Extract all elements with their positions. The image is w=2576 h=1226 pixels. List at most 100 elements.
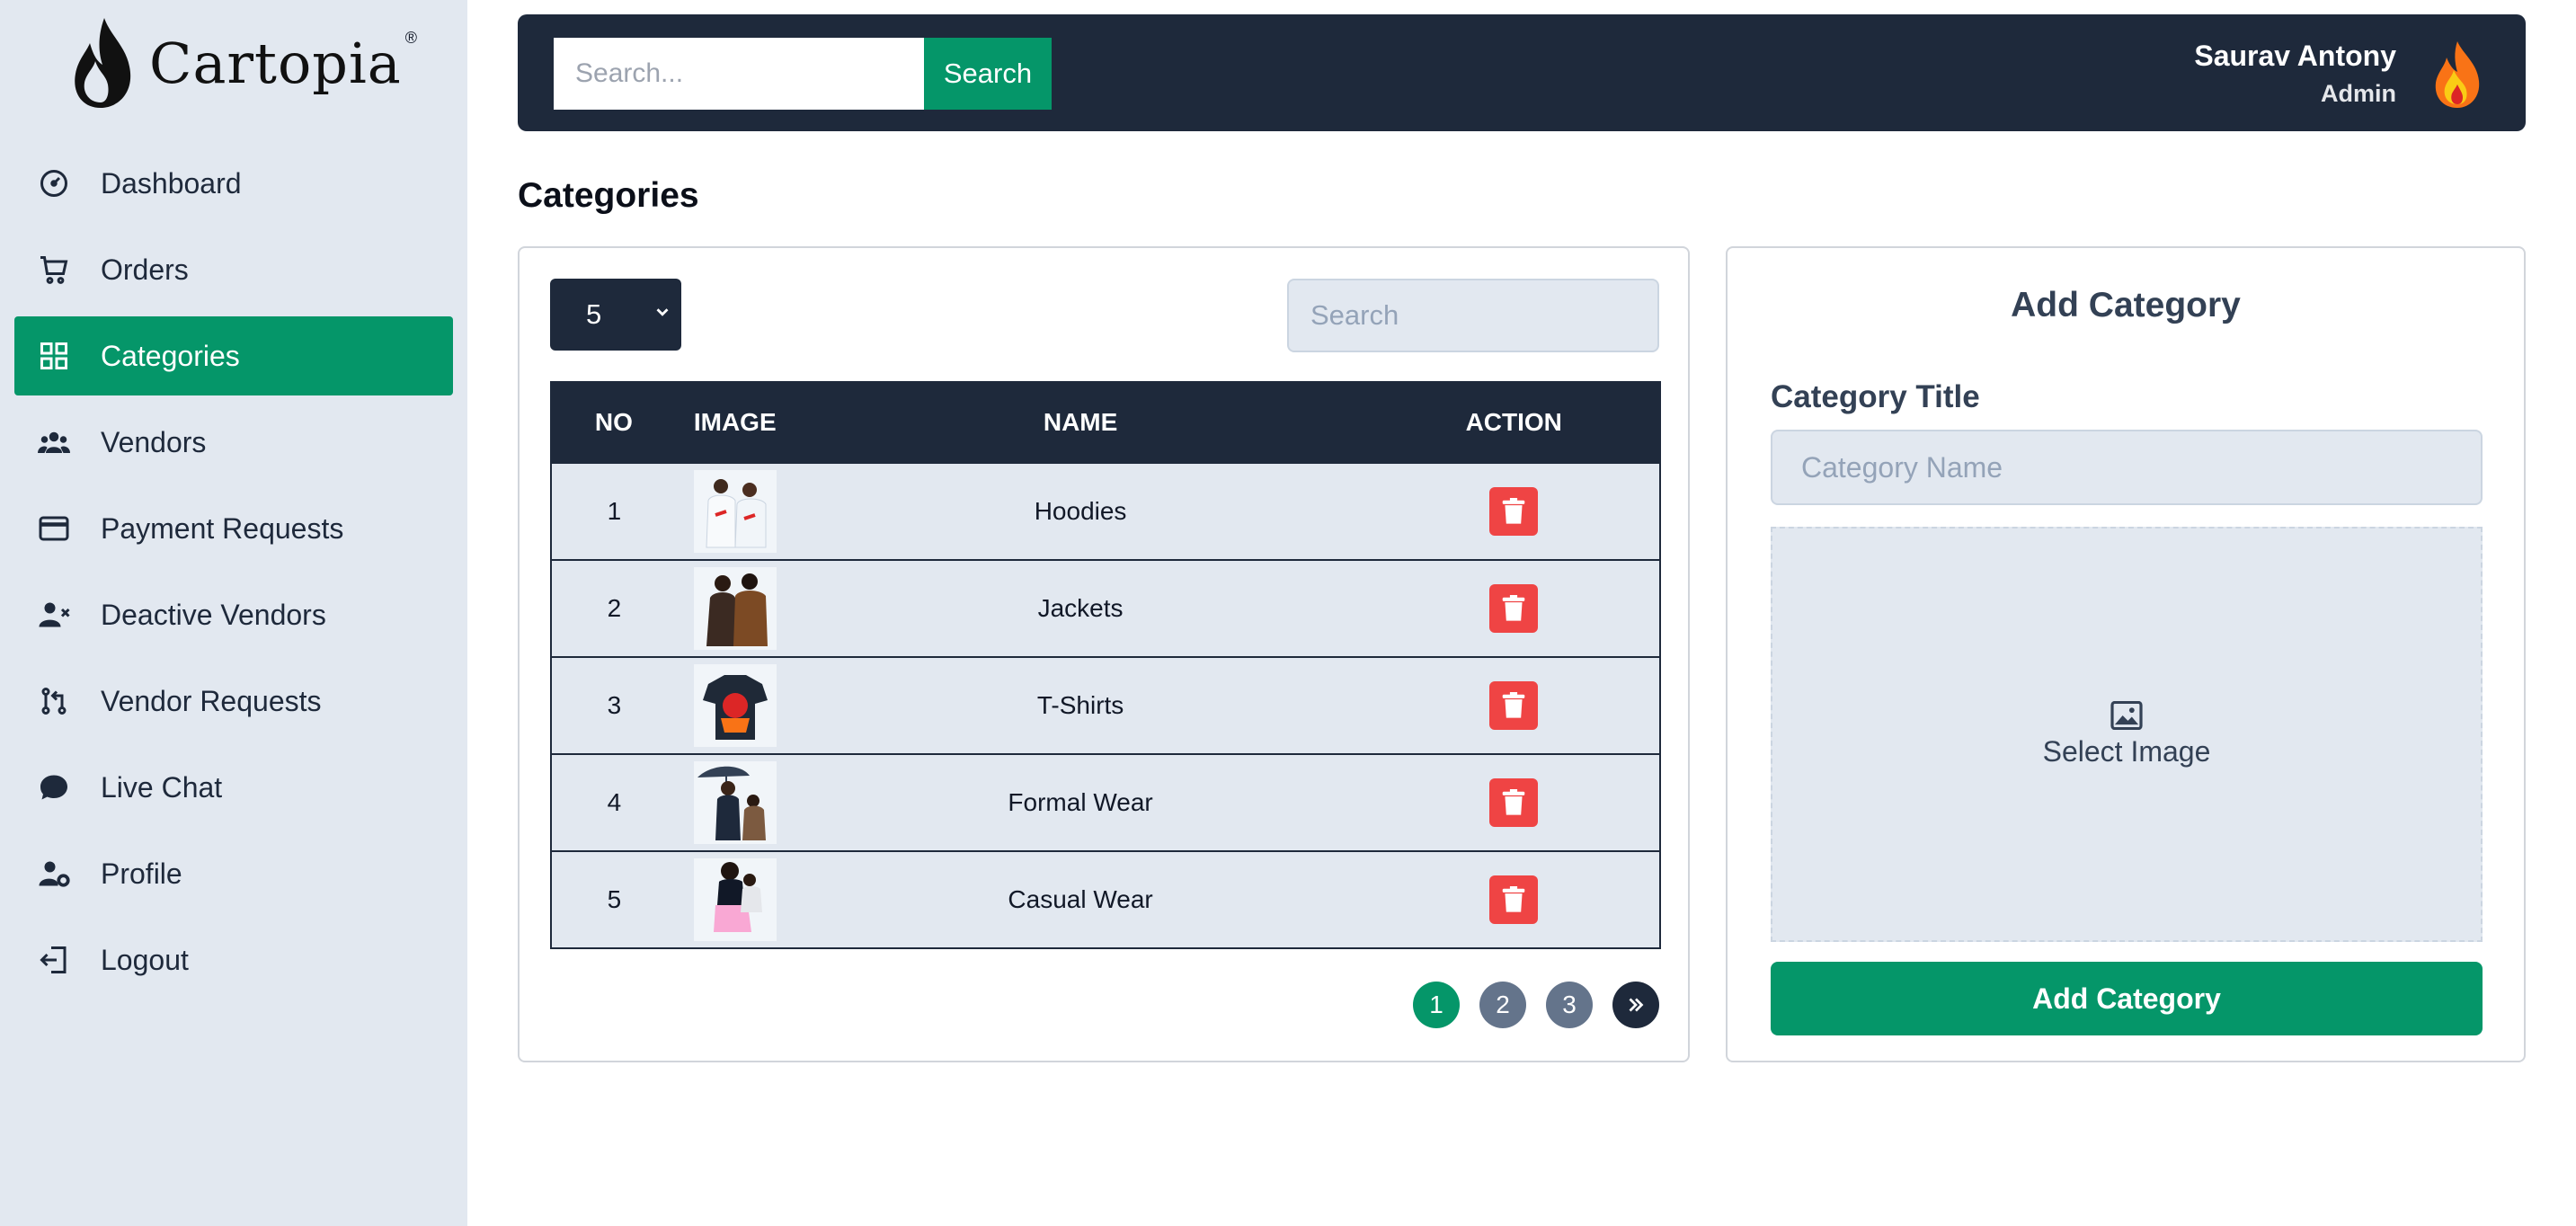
brand-name: Cartopia xyxy=(149,30,402,96)
sidebar-item-live-chat[interactable]: Live Chat xyxy=(14,748,453,827)
sidebar-item-dashboard[interactable]: Dashboard xyxy=(14,144,453,223)
entries-per-page-select[interactable]: 5 xyxy=(550,279,681,351)
row-action-cell xyxy=(1367,753,1661,852)
page-button-2[interactable]: 2 xyxy=(1479,982,1526,1028)
sidebar-item-label: Deactive Vendors xyxy=(101,598,326,631)
row-image-cell xyxy=(676,850,794,949)
users-icon xyxy=(36,424,72,460)
select-image-label: Select Image xyxy=(2042,734,2211,768)
user-x-icon xyxy=(36,597,72,633)
trash-icon xyxy=(1502,498,1525,524)
row-name: Casual Wear xyxy=(793,850,1368,949)
sidebar-item-label: Vendor Requests xyxy=(101,684,322,717)
sidebar-item-label: Vendors xyxy=(101,425,207,458)
row-action-cell xyxy=(1367,850,1661,949)
row-number: 2 xyxy=(550,559,677,658)
delete-button[interactable] xyxy=(1488,487,1538,536)
column-header-name: NAME xyxy=(792,381,1369,464)
page-button-3[interactable]: 3 xyxy=(1546,982,1593,1028)
next-page-button[interactable] xyxy=(1612,982,1659,1028)
table-row: 1 Hoodies xyxy=(550,462,1661,561)
sidebar-item-label: Logout xyxy=(101,943,189,976)
global-search-button[interactable]: Search xyxy=(924,38,1052,110)
image-icon xyxy=(2110,700,2143,730)
row-number: 5 xyxy=(550,850,677,949)
grid-icon xyxy=(36,338,72,374)
category-name-input[interactable] xyxy=(1771,430,2483,505)
categories-table: NO IMAGE NAME ACTION 1 Hoodies 2 Jackets… xyxy=(550,381,1661,949)
column-header-action: ACTION xyxy=(1366,381,1661,464)
sidebar-item-orders[interactable]: Orders xyxy=(14,230,453,309)
sidebar-item-profile[interactable]: Profile xyxy=(14,834,453,913)
row-number: 3 xyxy=(550,656,677,755)
chevrons-right-icon xyxy=(1629,998,1644,1012)
column-header-image: IMAGE xyxy=(675,381,795,464)
formal-wear-thumbnail xyxy=(693,761,777,844)
row-image-cell xyxy=(676,462,794,561)
row-action-cell xyxy=(1367,462,1661,561)
trash-icon xyxy=(1502,886,1525,912)
avatar-flame-icon[interactable] xyxy=(2430,38,2484,110)
table-row: 4 Formal Wear xyxy=(550,753,1661,852)
add-category-card: Add Category Category Title Select Image… xyxy=(1726,246,2526,1062)
sidebar-item-label: Categories xyxy=(101,339,240,372)
sidebar-item-label: Payment Requests xyxy=(101,511,344,545)
sidebar-item-vendors[interactable]: Vendors xyxy=(14,403,453,482)
sidebar-item-label: Dashboard xyxy=(101,166,242,200)
table-header-row: NO IMAGE NAME ACTION xyxy=(550,381,1661,464)
global-search-input[interactable] xyxy=(554,38,924,110)
trash-icon xyxy=(1502,595,1525,621)
table-row: 2 Jackets xyxy=(550,559,1661,658)
row-image-cell xyxy=(676,753,794,852)
delete-button[interactable] xyxy=(1488,778,1538,827)
delete-button[interactable] xyxy=(1488,584,1538,633)
sidebar: Cartopia ® Dashboard Orders Categories V… xyxy=(0,0,467,1226)
row-name: Formal Wear xyxy=(793,753,1368,852)
user-gear-icon xyxy=(36,856,72,892)
user-role: Admin xyxy=(2321,80,2396,107)
row-name: Hoodies xyxy=(793,462,1368,561)
hoodies-thumbnail xyxy=(693,470,777,553)
shopping-cart-icon xyxy=(36,252,72,288)
jackets-thumbnail xyxy=(693,567,777,650)
tshirts-thumbnail xyxy=(693,664,777,747)
dashboard-gauge-icon xyxy=(36,165,72,201)
user-info: Saurav Antony Admin xyxy=(2194,36,2396,111)
sidebar-item-logout[interactable]: Logout xyxy=(14,920,453,999)
user-name: Saurav Antony xyxy=(2194,40,2396,72)
delete-button[interactable] xyxy=(1488,875,1538,924)
logout-icon xyxy=(36,942,72,978)
chat-bubble-icon xyxy=(36,769,72,805)
delete-button[interactable] xyxy=(1488,681,1538,730)
image-dropzone[interactable]: Select Image xyxy=(1771,527,2483,942)
sidebar-nav: Dashboard Orders Categories Vendors Paym… xyxy=(14,144,453,1007)
row-action-cell xyxy=(1367,656,1661,755)
sidebar-item-categories[interactable]: Categories xyxy=(14,316,453,395)
sidebar-item-label: Orders xyxy=(101,253,189,286)
row-number: 1 xyxy=(550,462,677,561)
casual-wear-thumbnail xyxy=(693,858,777,941)
brand[interactable]: Cartopia ® xyxy=(70,16,417,110)
sidebar-item-label: Profile xyxy=(101,857,182,890)
trash-icon xyxy=(1502,789,1525,815)
add-category-title: Add Category xyxy=(2011,286,2241,324)
sidebar-item-deactive-vendors[interactable]: Deactive Vendors xyxy=(14,575,453,654)
row-image-cell xyxy=(676,559,794,658)
row-name: Jackets xyxy=(793,559,1368,658)
sidebar-item-payment-requests[interactable]: Payment Requests xyxy=(14,489,453,568)
pull-request-icon xyxy=(36,683,72,719)
page-title: Categories xyxy=(518,176,699,215)
row-image-cell xyxy=(676,656,794,755)
chevron-down-icon xyxy=(656,308,669,316)
top-bar: Search Saurav Antony Admin xyxy=(518,14,2526,131)
trash-icon xyxy=(1502,692,1525,718)
table-search-input[interactable] xyxy=(1287,279,1659,352)
row-action-cell xyxy=(1367,559,1661,658)
registered-mark: ® xyxy=(404,28,418,47)
entries-per-page-value: 5 xyxy=(586,298,602,330)
row-name: T-Shirts xyxy=(793,656,1368,755)
sidebar-item-vendor-requests[interactable]: Vendor Requests xyxy=(14,662,453,741)
add-category-button[interactable]: Add Category xyxy=(1771,962,2483,1035)
column-header-no: NO xyxy=(550,381,678,464)
page-button-1[interactable]: 1 xyxy=(1413,982,1460,1028)
